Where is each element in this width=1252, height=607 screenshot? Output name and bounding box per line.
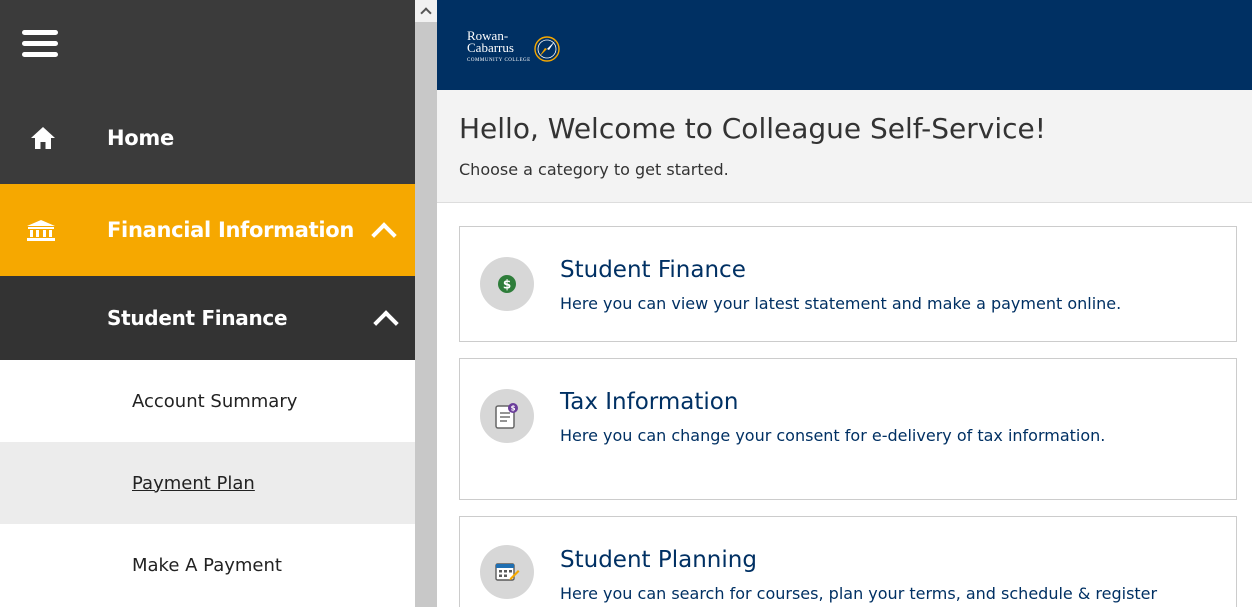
chevron-up-icon[interactable] <box>373 310 399 336</box>
page-subtitle: Choose a category to get started. <box>459 160 729 179</box>
welcome-banner: Hello, Welcome to Colleague Self-Service… <box>437 90 1252 203</box>
sidebar-subitem-label: Account Summary <box>132 390 298 412</box>
sidebar: Home Financial Information Student Finan… <box>0 0 415 607</box>
home-icon <box>30 126 56 155</box>
page-title: Hello, Welcome to Colleague Self-Service… <box>459 112 1046 145</box>
svg-text:$: $ <box>503 278 511 292</box>
card-description: Here you can change your consent for e-d… <box>560 426 1106 445</box>
compass-logo-icon <box>534 35 560 62</box>
scroll-up-arrow-icon[interactable] <box>415 0 437 22</box>
sidebar-item-label: Student Finance <box>107 306 288 330</box>
logo-text: Rowan- Cabarrus COMMUNITY COLLEGE <box>467 28 531 63</box>
card-title: Student Finance <box>560 257 746 283</box>
sidebar-subitem-label: Make A Payment <box>132 554 282 576</box>
sidebar-subitem-make-a-payment[interactable]: Make A Payment <box>0 524 415 606</box>
card-title: Tax Information <box>560 389 739 415</box>
category-card-student-planning[interactable]: Student Planning Here you can search for… <box>459 516 1237 607</box>
sidebar-item-financial-information[interactable]: Financial Information <box>0 184 415 276</box>
top-header-bar: Rowan- Cabarrus COMMUNITY COLLEGE <box>437 0 1252 90</box>
dollar-icon: $ <box>480 257 534 311</box>
college-logo[interactable]: Rowan- Cabarrus COMMUNITY COLLEGE <box>467 28 561 67</box>
sidebar-item-label: Home <box>107 126 174 150</box>
chevron-up-icon[interactable] <box>371 222 397 248</box>
calendar-icon <box>480 545 534 599</box>
sidebar-subitem-payment-plan[interactable]: Payment Plan <box>0 442 415 524</box>
sidebar-item-home[interactable]: Home <box>0 92 415 184</box>
tax-document-icon: $ <box>480 389 534 443</box>
sidebar-item-student-finance[interactable]: Student Finance <box>0 276 415 360</box>
sidebar-scrollbar[interactable] <box>415 0 437 607</box>
category-card-student-finance[interactable]: $ Student Finance Here you can view your… <box>459 226 1237 342</box>
sidebar-subitem-label: Payment Plan <box>132 472 255 494</box>
category-card-tax-information[interactable]: $ Tax Information Here you can change yo… <box>459 358 1237 500</box>
menu-header <box>0 0 415 92</box>
card-description: Here you can view your latest statement … <box>560 294 1122 313</box>
card-title: Student Planning <box>560 547 757 573</box>
svg-text:$: $ <box>511 405 516 413</box>
bank-icon <box>26 219 56 246</box>
sidebar-item-label: Financial Information <box>107 218 354 242</box>
hamburger-menu-icon[interactable] <box>22 30 58 60</box>
card-description: Here you can search for courses, plan yo… <box>560 584 1158 603</box>
sidebar-subitem-account-summary[interactable]: Account Summary <box>0 360 415 442</box>
